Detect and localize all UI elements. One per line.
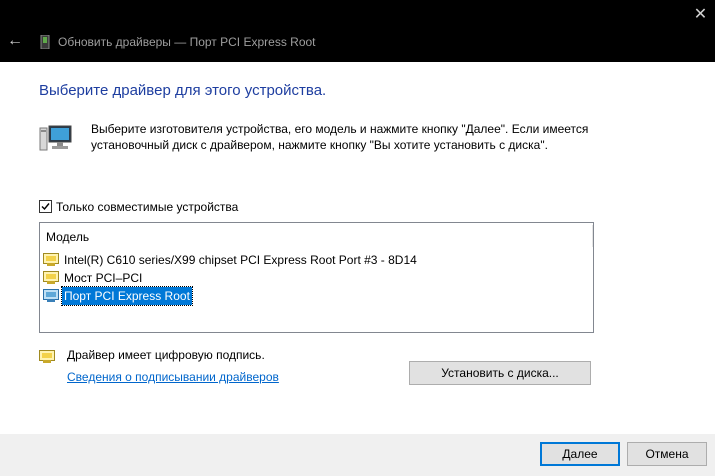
list-item-label: Мост PCI–PCI xyxy=(64,271,143,285)
install-from-disk-button[interactable]: Установить с диска... xyxy=(409,361,591,385)
driver-certificate-icon xyxy=(43,271,59,284)
signed-driver-icon xyxy=(39,350,55,363)
compatible-only-label[interactable]: Только совместимые устройства xyxy=(56,200,238,214)
checkmark-icon xyxy=(41,203,50,211)
driver-certificate-icon xyxy=(43,253,59,266)
next-button[interactable]: Далее xyxy=(540,442,620,466)
page-heading: Выберите драйвер для этого устройства. xyxy=(39,82,327,99)
device-icon xyxy=(40,35,50,49)
driver-certificate-icon xyxy=(43,289,59,302)
compatible-only-checkbox[interactable] xyxy=(39,200,52,213)
column-divider xyxy=(592,225,593,247)
dialog-content: Выберите драйвер для этого устройства. В… xyxy=(0,62,715,434)
close-icon[interactable]: ✕ xyxy=(686,0,715,30)
driver-signing-link[interactable]: Сведения о подписывании драйверов xyxy=(67,370,279,384)
model-list[interactable]: Модель Intel(R) C610 series/X99 chipset … xyxy=(39,222,594,333)
window-title: Обновить драйверы — Порт PCI Express Roo… xyxy=(58,35,316,49)
computer-icon xyxy=(39,125,72,151)
signed-status-text: Драйвер имеет цифровую подпись. xyxy=(67,348,265,362)
model-column-header[interactable]: Модель xyxy=(46,230,89,244)
title-bar: ← Обновить драйверы — Порт PCI Express R… xyxy=(0,0,715,62)
instruction-text: Выберите изготовителя устройства, его мо… xyxy=(91,122,589,152)
dialog-footer: Далее Отмена xyxy=(0,434,715,476)
back-arrow-icon[interactable]: ← xyxy=(4,30,26,52)
list-item-label: Intel(R) C610 series/X99 chipset PCI Exp… xyxy=(64,253,417,267)
cancel-button[interactable]: Отмена xyxy=(627,442,707,466)
list-item-label: Порт PCI Express Root xyxy=(61,286,193,306)
